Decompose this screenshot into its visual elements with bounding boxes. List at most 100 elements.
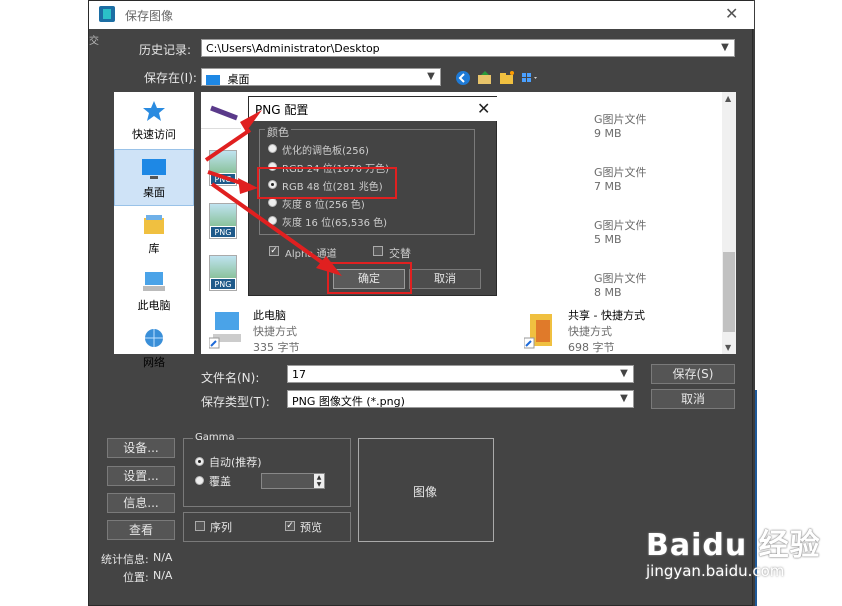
dialog-title: 保存图像	[125, 9, 174, 23]
highlight-ok	[327, 262, 412, 294]
up-folder-icon[interactable]	[477, 70, 493, 86]
sequence-checkbox[interactable]	[195, 521, 205, 531]
interlace-label: 交替	[389, 247, 411, 260]
file-item[interactable]: G图片文件 8 MB	[594, 270, 647, 299]
file-item[interactable]: G图片文件 5 MB	[594, 217, 647, 246]
savein-label: 保存在(I):	[144, 71, 197, 85]
place-library[interactable]: 库	[114, 206, 194, 263]
desktop-icon	[142, 159, 166, 179]
highlight-48bit	[257, 167, 397, 199]
place-label: 网络	[143, 356, 165, 369]
shared-folder-icon[interactable]	[524, 310, 560, 350]
gamma-override-input[interactable]: ▲ ▼	[261, 473, 325, 489]
png-cancel-button[interactable]: 取消	[409, 269, 481, 289]
sequence-label: 序列	[210, 521, 232, 534]
file-size: 7 MB	[594, 180, 622, 193]
file-item[interactable]: G图片文件 7 MB	[594, 164, 647, 193]
chevron-down-icon[interactable]: ▼	[718, 40, 732, 56]
shortcut-size: 335 字节	[253, 341, 300, 354]
scroll-up-icon[interactable]: ▲	[725, 94, 731, 103]
new-folder-icon[interactable]	[499, 70, 515, 86]
place-this-pc[interactable]: 此电脑	[114, 263, 194, 320]
png-title-bar: PNG 配置 ✕	[249, 97, 498, 121]
place-desktop[interactable]: 桌面	[114, 149, 194, 206]
color-option-radio[interactable]	[268, 144, 277, 153]
png-tag: PNG	[210, 173, 236, 185]
star-icon	[143, 101, 165, 121]
device-button[interactable]: 设备...	[107, 438, 175, 458]
file-item[interactable]: G图片文件 9 MB	[594, 111, 647, 140]
png-file-icon[interactable]: PNG	[209, 255, 237, 291]
image-label: 图像	[413, 485, 438, 499]
history-label: 历史记录:	[139, 43, 192, 57]
divider	[201, 128, 241, 129]
place-network[interactable]: 网络	[114, 320, 194, 377]
watermark: Baidu 经验 jingyan.baidu.com	[646, 520, 821, 580]
close-icon[interactable]: ✕	[477, 99, 490, 118]
place-quick-access[interactable]: 快速访问	[114, 92, 194, 149]
chevron-down-icon[interactable]: ▼	[617, 366, 631, 382]
info-button[interactable]: 信息...	[107, 493, 175, 513]
interlace-checkbox[interactable]	[373, 246, 383, 256]
alpha-checkbox[interactable]: ✓	[269, 246, 279, 256]
close-icon[interactable]: ✕	[725, 4, 738, 23]
scroll-thumb[interactable]	[723, 252, 735, 332]
gamma-override-radio[interactable]	[195, 476, 204, 485]
filetype-value: PNG 图像文件 (*.png)	[292, 395, 405, 408]
options-group	[183, 512, 351, 542]
scrollbar[interactable]: ▲ ▼	[722, 92, 736, 354]
app-icon	[99, 6, 115, 22]
shortcut-name: 共享 - 快捷方式	[568, 309, 645, 322]
preview-checkbox[interactable]: ✓	[285, 521, 295, 531]
computer-icon[interactable]	[209, 310, 245, 350]
png-dialog-title: PNG 配置	[255, 103, 309, 117]
cancel-button[interactable]: 取消	[651, 389, 735, 409]
file-type: G图片文件	[594, 272, 647, 285]
shortcut-kind: 快捷方式	[568, 325, 612, 338]
pen-icon	[210, 105, 238, 121]
chevron-down-icon[interactable]: ▼	[617, 391, 631, 407]
location-value: N/A	[153, 569, 173, 582]
shortcut-item[interactable]: 此电脑 快捷方式 335 字节	[253, 307, 300, 354]
location-label: 位置:	[123, 571, 149, 584]
color-option-radio[interactable]	[268, 198, 277, 207]
filename-input[interactable]: 17 ▼	[287, 365, 634, 383]
library-icon	[144, 215, 164, 234]
color-option-label: 灰度 16 位(65,536 色)	[282, 218, 388, 229]
file-type: G图片文件	[594, 166, 647, 179]
shortcut-kind: 快捷方式	[253, 325, 297, 338]
color-option-radio[interactable]	[268, 216, 277, 225]
chevron-down-icon[interactable]: ▼	[424, 69, 438, 85]
scroll-down-icon[interactable]: ▼	[725, 343, 731, 352]
shortcut-size: 698 字节	[568, 341, 615, 354]
gamma-override-label: 覆盖	[209, 475, 231, 488]
shortcut-item[interactable]: 共享 - 快捷方式 快捷方式 698 字节	[568, 307, 645, 354]
filetype-label: 保存类型(T):	[201, 395, 270, 409]
history-combo[interactable]: C:\Users\Administrator\Desktop ▼	[201, 39, 735, 57]
place-label: 快速访问	[132, 128, 176, 141]
view-menu-icon[interactable]	[521, 70, 541, 86]
places-sidebar: 快速访问 桌面 库 此电脑 网络	[114, 92, 194, 369]
filetype-select[interactable]: PNG 图像文件 (*.png) ▼	[287, 390, 634, 408]
setup-button[interactable]: 设置...	[107, 466, 175, 486]
file-size: 9 MB	[594, 127, 622, 140]
png-file-icon[interactable]: PNG	[209, 150, 237, 186]
save-button[interactable]: 保存(S)	[651, 364, 735, 384]
spinner-icon[interactable]: ▲ ▼	[314, 474, 324, 488]
gamma-auto-radio[interactable]	[195, 457, 204, 466]
image-preview: 图像	[358, 438, 494, 542]
back-icon[interactable]	[455, 70, 471, 86]
title-bar: 保存图像 ✕	[89, 1, 754, 29]
history-value: C:\Users\Administrator\Desktop	[206, 42, 380, 55]
stats-label: 统计信息:	[101, 553, 149, 566]
color-option-label: 优化的调色板(256)	[282, 146, 369, 157]
savein-value: 桌面	[227, 73, 250, 86]
watermark-sub: jingyan.baidu.com	[646, 562, 785, 580]
network-icon	[145, 329, 163, 347]
computer-icon	[143, 272, 165, 291]
view-button[interactable]: 查看	[107, 520, 175, 540]
png-file-icon[interactable]: PNG	[209, 203, 237, 239]
gamma-auto-label: 自动(推荐)	[209, 456, 262, 469]
gamma-title: Gamma	[193, 432, 237, 443]
savein-combo[interactable]: 桌面 ▼	[201, 68, 441, 86]
